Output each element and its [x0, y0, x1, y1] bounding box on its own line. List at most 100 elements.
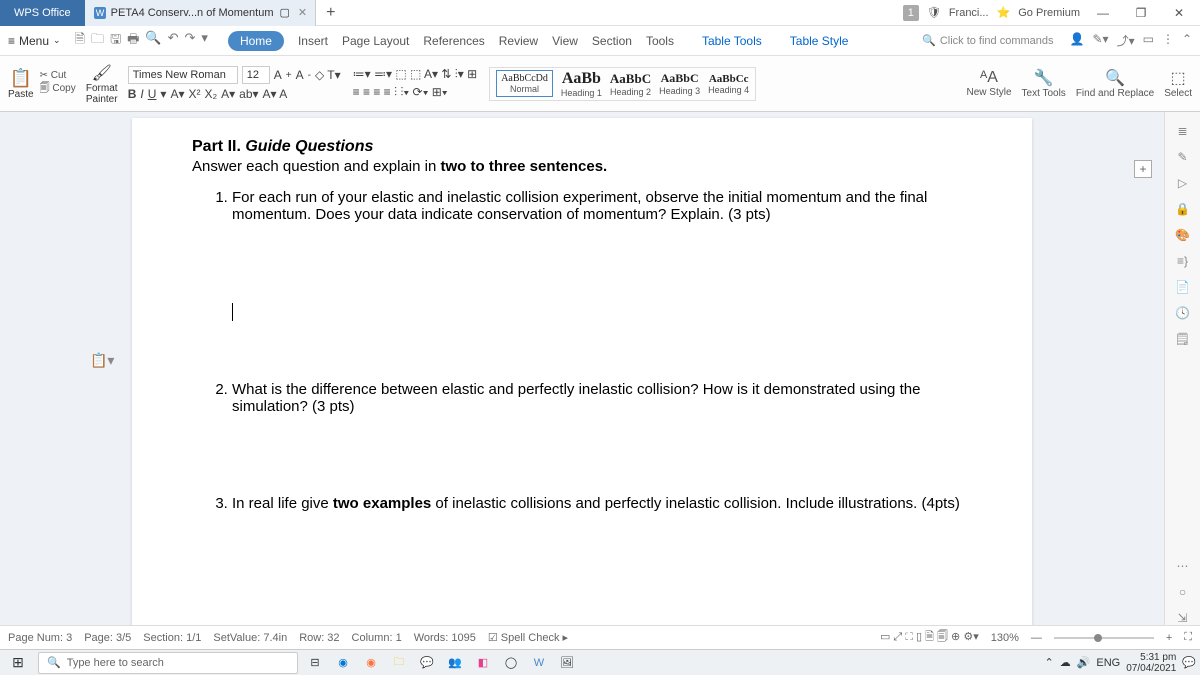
preview-icon[interactable]: 🔍: [145, 30, 161, 52]
close-tab-icon[interactable]: ✕: [298, 6, 307, 19]
font-name-select[interactable]: Times New Roman: [128, 66, 238, 84]
tab-tools[interactable]: Tools: [646, 34, 674, 48]
tab-table-style[interactable]: Table Style: [790, 34, 849, 48]
tab-home[interactable]: Home: [228, 31, 284, 51]
bookmark-icon[interactable]: ≣: [1177, 124, 1187, 138]
status-pagenum[interactable]: Page Num: 3: [8, 632, 72, 644]
more-side-icon[interactable]: ⋯: [1177, 559, 1189, 573]
zoom-slider[interactable]: [1054, 637, 1154, 639]
select-button[interactable]: ⬚Select: [1164, 68, 1192, 99]
edge-icon[interactable]: ◉: [332, 652, 354, 674]
more-icon[interactable]: ⋮: [1162, 32, 1174, 49]
superscript-button[interactable]: X²: [188, 87, 200, 101]
teams-icon[interactable]: 👥: [444, 652, 466, 674]
go-premium[interactable]: Go Premium: [1018, 7, 1080, 19]
open-icon[interactable]: 🗀: [91, 30, 104, 52]
menu-button[interactable]: ≡ Menu ⌄: [8, 34, 61, 48]
print-icon[interactable]: 🖶: [127, 30, 139, 52]
tab-references[interactable]: References: [423, 34, 484, 48]
collapse-ribbon-icon[interactable]: ⌃: [1182, 32, 1192, 49]
clock[interactable]: 5:31 pm 07/04/2021: [1126, 652, 1176, 674]
taskbar-search[interactable]: 🔍 Type here to search: [38, 652, 298, 674]
task-view-icon[interactable]: ⊟: [304, 652, 326, 674]
zoom-in-button[interactable]: +: [1166, 632, 1172, 644]
zoom-out-button[interactable]: —: [1031, 632, 1042, 644]
paste-button[interactable]: 📋 Paste: [8, 68, 34, 100]
page-icon[interactable]: 📄: [1175, 280, 1190, 294]
change-case-button[interactable]: ab▾: [239, 87, 258, 101]
photo-icon[interactable]: 🖼: [556, 652, 578, 674]
style-heading3[interactable]: AaBbCHeading 3: [659, 71, 700, 96]
command-search[interactable]: 🔍 Click to find commands: [922, 34, 1053, 47]
redo-icon[interactable]: ↷: [185, 30, 196, 52]
fullscreen-icon[interactable]: ⛶: [1184, 631, 1192, 644]
font-color-button[interactable]: A▾: [170, 87, 184, 101]
tray-up-icon[interactable]: ⌃: [1044, 656, 1053, 669]
add-comment-button[interactable]: +: [1134, 160, 1152, 178]
new-icon[interactable]: 🗎: [75, 30, 85, 52]
notification-badge[interactable]: 1: [903, 5, 919, 21]
dropdown-icon[interactable]: ▾: [201, 30, 208, 52]
font-size-select[interactable]: 12: [242, 66, 270, 84]
style-normal[interactable]: AaBbCcDdNormal: [496, 70, 553, 97]
tab-review[interactable]: Review: [499, 34, 538, 48]
status-column[interactable]: Column: 1: [352, 632, 402, 644]
share-icon[interactable]: 👤: [1070, 32, 1085, 49]
status-page[interactable]: Page: 3/5: [84, 632, 131, 644]
subscript-button[interactable]: X₂: [204, 87, 217, 101]
status-section[interactable]: Section: 1/1: [143, 632, 201, 644]
chat-icon[interactable]: 💬: [416, 652, 438, 674]
style-gallery[interactable]: AaBbCcDdNormal AaBbHeading 1 AaBbCHeadin…: [489, 67, 756, 101]
paste-options-icon[interactable]: 📋▾: [90, 352, 114, 369]
view-icons[interactable]: ▭ ⤢ ⛶ ▯ 🗎 🗐 ⊕ ⚙▾: [880, 628, 979, 647]
settings-side-icon[interactable]: ○: [1179, 585, 1186, 599]
new-style-button[interactable]: ᴬANew Style: [967, 69, 1012, 98]
format-painter-button[interactable]: 🖌 Format Painter: [82, 63, 122, 105]
text-tools-button[interactable]: 🔧Text Tools: [1022, 68, 1066, 99]
italic-button[interactable]: I: [140, 87, 143, 101]
cloud-icon[interactable]: ☁: [1060, 656, 1071, 669]
copy-button[interactable]: 🗐 Copy: [40, 81, 76, 98]
notifications-icon[interactable]: 💬: [1182, 656, 1196, 669]
underline-button[interactable]: U: [148, 87, 157, 101]
tab-insert[interactable]: Insert: [298, 34, 328, 48]
volume-icon[interactable]: 🔊: [1077, 656, 1091, 669]
spell-check-button[interactable]: ☑ Spell Check ▸: [488, 631, 568, 644]
close-window-button[interactable]: ✕: [1164, 6, 1194, 20]
add-tab-button[interactable]: +: [316, 4, 345, 22]
tab-table-tools[interactable]: Table Tools: [702, 34, 762, 48]
history-icon[interactable]: 🕓: [1175, 306, 1190, 320]
export-icon[interactable]: ⤴▾: [1117, 32, 1135, 49]
status-row[interactable]: Row: 32: [299, 632, 339, 644]
minimize-button[interactable]: —: [1088, 6, 1118, 20]
find-replace-button[interactable]: 🔍Find and Replace: [1076, 68, 1154, 99]
start-button[interactable]: ⊞: [4, 654, 32, 671]
zoom-value[interactable]: 130%: [991, 632, 1019, 644]
tool-icon[interactable]: 🎨: [1175, 228, 1190, 242]
list-icon[interactable]: 🗒: [1175, 332, 1190, 346]
expand-side-icon[interactable]: ⇲: [1177, 611, 1187, 625]
tab-section[interactable]: Section: [592, 34, 632, 48]
restore-button[interactable]: ❐: [1126, 6, 1156, 20]
outline-icon[interactable]: ≡}: [1177, 254, 1188, 268]
status-setvalue[interactable]: SetValue: 7.4in: [213, 632, 287, 644]
save-icon[interactable]: 🖫: [110, 30, 121, 52]
cut-button[interactable]: ✂ Cut: [40, 70, 76, 81]
tab-view[interactable]: View: [552, 34, 578, 48]
document-area[interactable]: Part II. Guide Questions Answer each que…: [0, 112, 1164, 625]
status-words[interactable]: Words: 1095: [414, 632, 476, 644]
display-icon[interactable]: ▭: [1143, 32, 1154, 49]
style-heading2[interactable]: AaBbCHeading 2: [610, 71, 651, 97]
chrome-icon[interactable]: ◯: [500, 652, 522, 674]
bold-button[interactable]: B: [128, 87, 137, 101]
document-page[interactable]: Part II. Guide Questions Answer each que…: [132, 118, 1032, 625]
firefox-icon[interactable]: ◉: [360, 652, 382, 674]
tab-page-layout[interactable]: Page Layout: [342, 34, 409, 48]
style-heading1[interactable]: AaBbHeading 1: [561, 70, 602, 98]
user-name[interactable]: Franci...: [949, 7, 989, 19]
highlight-button[interactable]: A▾: [221, 87, 235, 101]
app-icon[interactable]: ◧: [472, 652, 494, 674]
wps-icon[interactable]: W: [528, 652, 550, 674]
document-tab[interactable]: W PETA4 Conserv...n of Momentum ▢ ✕: [85, 0, 316, 26]
style-icon[interactable]: ✎▾: [1092, 32, 1108, 49]
